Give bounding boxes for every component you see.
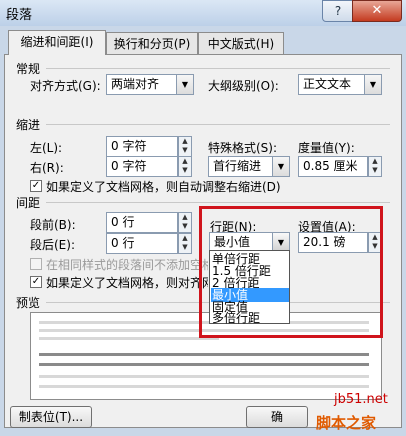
indent-left-spinner[interactable]: ▲ ▼: [178, 136, 192, 157]
tabs-button[interactable]: 制表位(T)...: [10, 406, 92, 428]
alignment-value: 两端对齐: [111, 77, 160, 91]
indent-right-input[interactable]: 0 字符: [106, 156, 178, 177]
preview-line: [39, 353, 369, 356]
chevron-down-icon[interactable]: ▼: [272, 157, 289, 176]
divider: [46, 202, 390, 203]
preview-line: [39, 337, 219, 340]
chevron-down-icon[interactable]: ▼: [176, 75, 193, 94]
measure-label: 度量值(Y):: [298, 141, 355, 155]
indent-right-spinner[interactable]: ▲ ▼: [178, 156, 192, 177]
snap-to-grid-checkbox[interactable]: ✓: [30, 276, 42, 288]
auto-adjust-indent-label: 如果定义了文档网格，则自动调整右缩进(D): [46, 180, 281, 194]
snap-to-grid-label: 如果定义了文档网格，则对齐网格: [46, 276, 208, 290]
space-before-spinner[interactable]: ▲ ▼: [178, 212, 192, 233]
indent-left-label: 左(L):: [30, 141, 63, 155]
tab-indent-spacing[interactable]: 缩进和间距(I): [8, 30, 106, 55]
tab-line-page-breaks[interactable]: 换行和分页(P): [106, 32, 198, 54]
special-format-label: 特殊格式(S):: [208, 141, 278, 155]
annotation-highlight-box: [199, 206, 383, 338]
space-before-label: 段前(B):: [30, 218, 76, 232]
divider: [46, 68, 390, 69]
preview-line: [39, 363, 369, 366]
chevron-down-icon[interactable]: ▼: [364, 75, 381, 94]
special-format-value: 首行缩进: [213, 159, 262, 173]
divider: [46, 124, 390, 125]
ok-button[interactable]: 确: [246, 406, 308, 428]
watermark-name: 脚本之家: [316, 414, 377, 432]
space-after-label: 段后(E):: [30, 238, 75, 252]
watermark-site: jb51.net: [334, 392, 388, 407]
outline-level-label: 大纲级别(O):: [208, 79, 279, 93]
no-space-same-style-checkbox[interactable]: [30, 258, 42, 270]
measure-input[interactable]: 0.85 厘米: [298, 156, 368, 177]
measure-spinner[interactable]: ▲ ▼: [368, 156, 382, 177]
outline-level-select[interactable]: 正文文本 ▼: [298, 74, 382, 95]
space-after-input[interactable]: 0 行: [106, 233, 178, 254]
section-general: 常规: [16, 62, 41, 76]
section-indent: 缩进: [16, 118, 41, 132]
tab-asian-typography[interactable]: 中文版式(H): [198, 32, 284, 54]
preview-line: [39, 375, 369, 378]
indent-left-input[interactable]: 0 字符: [106, 136, 178, 157]
alignment-label: 对齐方式(G):: [30, 79, 101, 93]
space-before-input[interactable]: 0 行: [106, 212, 178, 233]
indent-right-label: 右(R):: [30, 161, 64, 175]
alignment-select[interactable]: 两端对齐 ▼: [106, 74, 194, 95]
window-title: 段落: [6, 8, 33, 23]
auto-adjust-indent-checkbox[interactable]: ✓: [30, 180, 42, 192]
outline-level-value: 正文文本: [303, 77, 352, 91]
no-space-same-style-label: 在相同样式的段落间不添加空格: [46, 258, 208, 272]
section-preview: 预览: [16, 296, 41, 310]
close-button[interactable]: ✕: [352, 0, 402, 22]
help-button[interactable]: ?: [322, 0, 354, 22]
space-after-spinner[interactable]: ▲ ▼: [178, 233, 192, 254]
special-format-select[interactable]: 首行缩进 ▼: [208, 156, 290, 177]
preview-line: [39, 385, 369, 388]
section-spacing: 间距: [16, 196, 41, 210]
